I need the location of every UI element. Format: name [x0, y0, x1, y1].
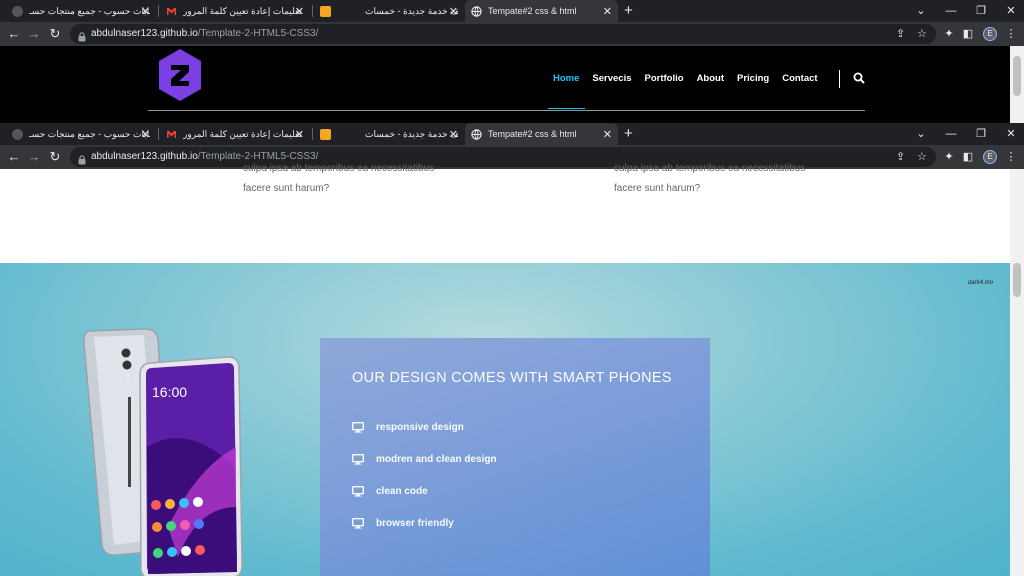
close-tab-icon[interactable]: ✕	[295, 128, 304, 141]
phone-clock: 16:00	[152, 384, 187, 400]
profile-avatar[interactable]: E	[983, 27, 997, 41]
close-tab-icon[interactable]: ✕	[449, 5, 458, 18]
scrollbar-thumb[interactable]	[1013, 263, 1021, 297]
lock-icon	[78, 29, 86, 47]
search-separator	[839, 70, 840, 88]
tab-search-chevron-icon[interactable]: ⌄	[906, 123, 936, 145]
extensions-puzzle-icon[interactable]: ✦	[940, 145, 958, 169]
minimize-icon[interactable]: —	[936, 123, 966, 145]
header-divider	[148, 110, 865, 111]
close-tab-icon[interactable]: ✕	[603, 5, 612, 18]
tab-template[interactable]: Tempate#2 css & html ✕	[465, 123, 618, 145]
tab-gmail[interactable]: تعليمات إعادة تعيين كلمة المرور - ✕	[160, 123, 310, 145]
bookmark-star-icon[interactable]: ☆	[917, 26, 927, 42]
tab-template[interactable]: Tempate#2 css & html ✕	[465, 0, 618, 22]
new-tab-icon[interactable]: +	[624, 0, 633, 22]
window-close-icon[interactable]: ✕	[996, 123, 1024, 145]
forward-icon[interactable]: →	[24, 22, 44, 46]
page-scrollbar[interactable]	[1010, 169, 1024, 576]
feature-item: responsive design	[352, 422, 464, 433]
extensions-puzzle-icon[interactable]: ✦	[940, 22, 958, 46]
side-panel-icon[interactable]: ◧	[959, 22, 977, 46]
share-icon[interactable]: ⇪	[896, 26, 905, 42]
globe-icon	[471, 5, 482, 17]
browser-chrome-top: حسابات حسوب - جميع منتجات حسـ ✕ تعليمات …	[0, 0, 1024, 46]
hsoub-favicon-icon	[12, 5, 23, 17]
restore-icon[interactable]: ❐	[966, 0, 996, 22]
feature-text-right: culpa ipsa ab temporibus ea necessitatib…	[614, 163, 806, 194]
nav-portfolio[interactable]: Portfolio	[645, 73, 684, 84]
khamsat-favicon-icon	[320, 5, 331, 17]
close-tab-icon[interactable]: ✕	[603, 128, 612, 141]
nav-contact[interactable]: Contact	[782, 73, 817, 84]
feature-item: modren and clean design	[352, 454, 497, 465]
restore-icon[interactable]: ❐	[966, 123, 996, 145]
smart-phones-info-box: OUR DESIGN COMES WITH SMART PHONES respo…	[320, 338, 710, 576]
background-watermark: dark4.mo	[968, 280, 994, 286]
back-icon[interactable]: ←	[4, 22, 24, 46]
kebab-menu-icon[interactable]: ⋮	[1002, 145, 1020, 169]
monitor-icon	[352, 422, 364, 433]
tab-hsoub[interactable]: حسابات حسوب - جميع منتجات حسـ ✕	[6, 123, 156, 145]
nav-pricing[interactable]: Pricing	[737, 73, 769, 84]
gmail-favicon-icon	[166, 6, 177, 17]
khamsat-favicon-icon	[320, 128, 331, 140]
smartphone-image: 16:00	[83, 328, 243, 576]
active-nav-indicator	[548, 108, 585, 109]
design-phones-section: dark4.mo 16:00 OUR DESIGN COMES WITH SMA…	[0, 263, 1010, 576]
address-bar[interactable]: abdulnaser123.github.io/Template-2-HTML5…	[70, 24, 936, 44]
kebab-menu-icon[interactable]: ⋮	[1002, 22, 1020, 46]
nav-home[interactable]: Home	[553, 73, 579, 84]
close-tab-icon[interactable]: ✕	[141, 128, 150, 141]
hsoub-favicon-icon	[12, 128, 23, 140]
globe-icon	[471, 128, 482, 140]
monitor-icon	[352, 454, 364, 465]
close-tab-icon[interactable]: ✕	[141, 5, 150, 18]
minimize-icon[interactable]: —	[936, 0, 966, 22]
section-title: OUR DESIGN COMES WITH SMART PHONES	[352, 370, 672, 386]
close-tab-icon[interactable]: ✕	[449, 128, 458, 141]
tab-khamsat[interactable]: أضف خدمة جديدة - خمسات ✕	[314, 123, 464, 145]
profile-avatar[interactable]: E	[983, 150, 997, 164]
monitor-icon	[352, 518, 364, 529]
nav-about[interactable]: About	[697, 73, 724, 84]
reload-icon[interactable]: ↻	[45, 22, 65, 46]
monitor-icon	[352, 486, 364, 497]
forward-icon[interactable]: →	[24, 145, 44, 169]
search-icon[interactable]	[853, 72, 865, 84]
share-icon[interactable]: ⇪	[896, 149, 905, 165]
tab-search-chevron-icon[interactable]: ⌄	[906, 0, 936, 22]
tab-strip: حسابات حسوب - جميع منتجات حسـ ✕ تعليمات …	[0, 123, 1024, 145]
lock-icon	[78, 152, 86, 170]
gmail-favicon-icon	[166, 129, 177, 140]
tab-hsoub[interactable]: حسابات حسوب - جميع منتجات حسـ ✕	[6, 0, 156, 22]
page-scrollbar-top[interactable]	[1010, 46, 1024, 123]
browser-toolbar: ← → ↻ abdulnaser123.github.io/Template-2…	[0, 22, 1024, 46]
reload-icon[interactable]: ↻	[45, 145, 65, 169]
scrollbar-thumb[interactable]	[1013, 56, 1021, 96]
site-logo-icon[interactable]	[158, 48, 202, 102]
side-panel-icon[interactable]: ◧	[959, 145, 977, 169]
site-header: Home Servecis Portfolio About Pricing Co…	[0, 46, 1010, 123]
new-tab-icon[interactable]: +	[624, 123, 633, 145]
back-icon[interactable]: ←	[4, 145, 24, 169]
url-text: abdulnaser123.github.io/Template-2-HTML5…	[91, 28, 319, 39]
nav-services[interactable]: Servecis	[592, 73, 631, 84]
window-close-icon[interactable]: ✕	[996, 0, 1024, 22]
tab-khamsat[interactable]: أضف خدمة جديدة - خمسات ✕	[314, 0, 464, 22]
bookmark-star-icon[interactable]: ☆	[917, 149, 927, 165]
main-nav: Home Servecis Portfolio About Pricing Co…	[553, 73, 818, 84]
feature-item: clean code	[352, 486, 428, 497]
feature-item: browser friendly	[352, 518, 454, 529]
close-tab-icon[interactable]: ✕	[295, 5, 304, 18]
features-section: culpa ipsa ab temporibus ea necessitatib…	[0, 163, 1010, 263]
tab-gmail[interactable]: تعليمات إعادة تعيين كلمة المرور - ✕	[160, 0, 310, 22]
feature-text-left: culpa ipsa ab temporibus ea necessitatib…	[243, 163, 435, 194]
tab-strip: حسابات حسوب - جميع منتجات حسـ ✕ تعليمات …	[0, 0, 1024, 22]
